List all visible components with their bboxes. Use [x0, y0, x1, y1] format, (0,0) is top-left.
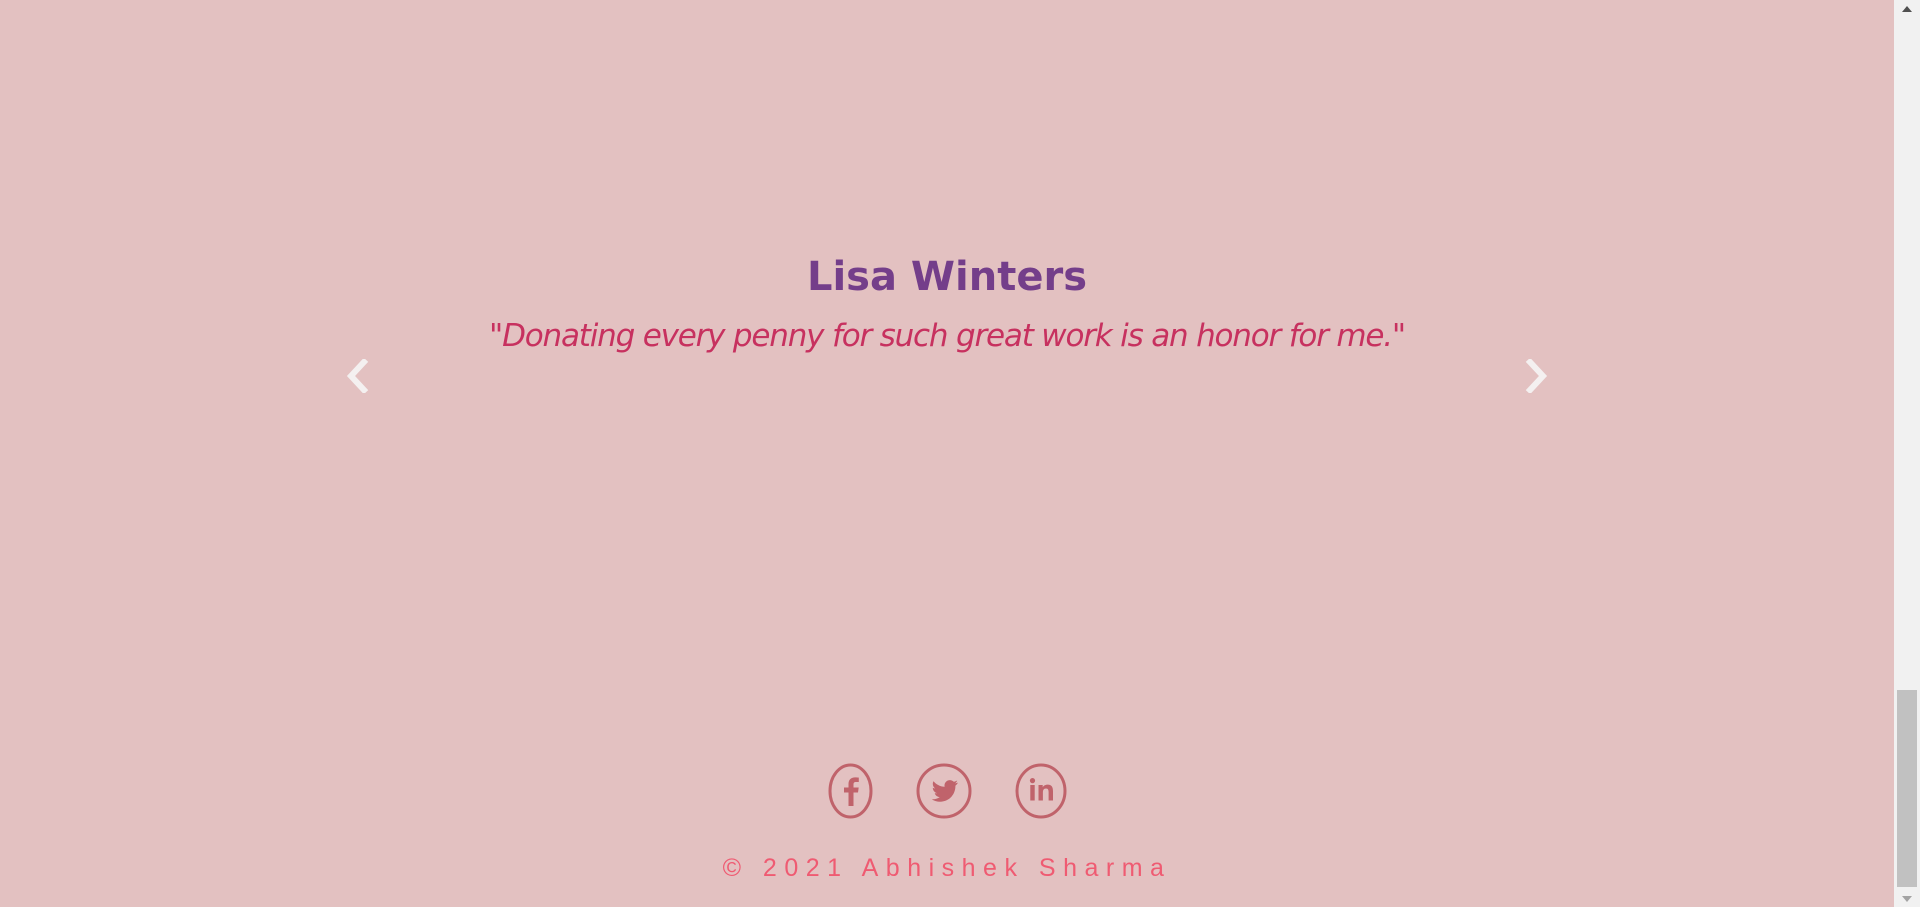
testimonial-quote: "Donating every penny for such great wor…: [489, 318, 1406, 354]
page-content: Lisa Winters "Donating every penny for s…: [0, 0, 1894, 907]
page: Lisa Winters "Donating every penny for s…: [0, 0, 1920, 907]
chevron-left-icon: [346, 359, 369, 393]
testimonial-name: Lisa Winters: [806, 254, 1088, 300]
chevron-right-icon: [1525, 359, 1548, 393]
testimonial-carousel: Lisa Winters "Donating every penny for s…: [0, 0, 1894, 740]
triangle-up-icon: [1902, 5, 1912, 12]
carousel-next-button[interactable]: [1516, 358, 1556, 394]
scroll-up-button[interactable]: [1894, 0, 1920, 17]
scroll-down-button[interactable]: [1894, 890, 1920, 907]
twitter-icon: [916, 763, 972, 819]
carousel-prev-button[interactable]: [338, 358, 378, 394]
twitter-link[interactable]: [916, 763, 972, 819]
linkedin-icon: [1015, 763, 1067, 819]
scrollbar-thumb[interactable]: [1897, 690, 1917, 887]
social-links: [0, 763, 1894, 819]
facebook-link[interactable]: [828, 763, 873, 819]
copyright-text: © 2021 Abhishek Sharma: [722, 854, 1172, 882]
linkedin-link[interactable]: [1015, 763, 1067, 819]
vertical-scrollbar[interactable]: [1894, 0, 1920, 907]
triangle-down-icon: [1902, 895, 1912, 902]
footer: © 2021 Abhishek Sharma: [0, 740, 1894, 907]
facebook-icon: [828, 763, 873, 819]
